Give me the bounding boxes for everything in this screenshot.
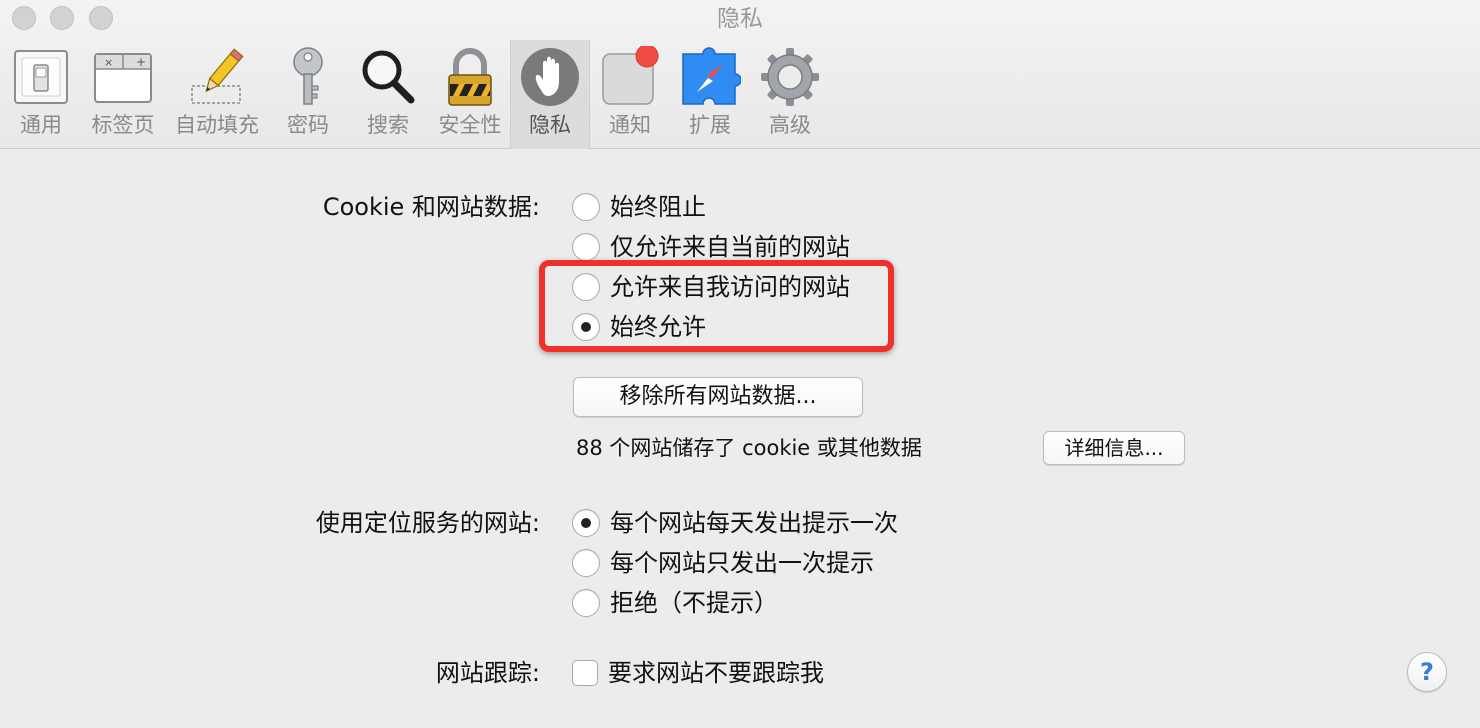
cookies-option-visited-sites[interactable]: 允许来自我访问的网站 — [572, 270, 850, 304]
hand-icon — [521, 48, 579, 106]
preferences-window: 隐私 通用 × + 标签页 自动填充 密码 搜索 安全性 隐私 通知 扩展 高级… — [0, 0, 1480, 728]
radio-button[interactable] — [572, 233, 600, 261]
tabs-icon: × + — [94, 53, 152, 103]
location-option-label: 每个网站只发出一次提示 — [610, 549, 874, 577]
tab-autofill-label: 自动填充 — [175, 113, 259, 137]
tab-security[interactable]: 安全性 — [432, 40, 508, 149]
location-option-deny[interactable]: 拒绝（不提示） — [572, 586, 778, 620]
magnifier-icon — [362, 50, 415, 104]
tab-search-label: 搜索 — [367, 113, 409, 137]
location-option-prompt-once[interactable]: 每个网站只发出一次提示 — [572, 546, 874, 580]
cookies-option-label: 始终阻止 — [610, 193, 706, 221]
radio-button[interactable] — [572, 549, 600, 577]
tracking-label: 网站跟踪: — [435, 659, 540, 687]
details-button[interactable]: 详细信息... — [1043, 431, 1185, 465]
location-option-prompt-daily[interactable]: 每个网站每天发出提示一次 — [572, 506, 898, 540]
cookies-option-label: 允许来自我访问的网站 — [610, 273, 850, 301]
cookies-option-current-site-only[interactable]: 仅允许来自当前的网站 — [572, 230, 850, 264]
cookies-option-always-allow[interactable]: 始终允许 — [572, 310, 706, 344]
radio-button[interactable] — [572, 193, 600, 221]
tab-tabs[interactable]: × + 标签页 — [86, 40, 160, 149]
padlock-icon — [448, 48, 492, 106]
tab-notifications[interactable]: 通知 — [596, 40, 664, 149]
cookies-option-always-block[interactable]: 始终阻止 — [572, 190, 706, 224]
svg-text:×: × — [104, 56, 113, 69]
location-option-label: 每个网站每天发出提示一次 — [610, 509, 898, 537]
compass-puzzle-icon — [682, 47, 741, 105]
tab-passwords-label: 密码 — [287, 113, 329, 137]
location-label: 使用定位服务的网站: — [315, 509, 540, 537]
help-button[interactable]: ? — [1407, 652, 1447, 692]
switch-icon — [14, 50, 68, 104]
key-icon — [293, 47, 323, 105]
radio-button-selected[interactable] — [572, 509, 600, 537]
window-title: 隐私 — [717, 6, 763, 32]
radio-button[interactable] — [572, 273, 600, 301]
cookies-label: Cookie 和网站数据: — [322, 193, 540, 221]
gear-icon — [761, 48, 819, 106]
notification-icon — [602, 46, 659, 105]
toolbar: 隐私 通用 × + 标签页 自动填充 密码 搜索 安全性 隐私 通知 扩展 高级 — [0, 0, 1480, 149]
pencil-icon — [191, 48, 244, 104]
tab-privacy[interactable]: 隐私 — [510, 40, 590, 149]
cookies-option-label: 始终允许 — [610, 313, 706, 341]
checkbox-box[interactable] — [572, 660, 598, 686]
stored-data-info: 88 个网站储存了 cookie 或其他数据 — [576, 436, 922, 460]
tab-tabs-label: 标签页 — [91, 113, 155, 137]
tab-search[interactable]: 搜索 — [352, 40, 424, 149]
svg-text:+: + — [136, 55, 146, 69]
tab-advanced-label: 高级 — [769, 113, 811, 137]
do-not-track-checkbox[interactable]: 要求网站不要跟踪我 — [572, 656, 824, 690]
tab-privacy-label: 隐私 — [529, 113, 571, 137]
tab-extensions[interactable]: 扩展 — [672, 40, 748, 149]
location-option-label: 拒绝（不提示） — [610, 589, 778, 617]
tab-general[interactable]: 通用 — [4, 40, 78, 149]
remove-all-website-data-button[interactable]: 移除所有网站数据... — [573, 377, 863, 417]
tab-security-label: 安全性 — [438, 113, 502, 137]
tab-extensions-label: 扩展 — [689, 113, 731, 137]
tab-general-label: 通用 — [20, 113, 62, 137]
tab-advanced[interactable]: 高级 — [752, 40, 828, 149]
cookies-option-label: 仅允许来自当前的网站 — [610, 233, 850, 261]
radio-button[interactable] — [572, 589, 600, 617]
radio-button-selected[interactable] — [572, 313, 600, 341]
tab-passwords[interactable]: 密码 — [272, 40, 344, 149]
tab-autofill[interactable]: 自动填充 — [168, 40, 266, 149]
do-not-track-label: 要求网站不要跟踪我 — [608, 659, 824, 687]
tab-notifications-label: 通知 — [609, 113, 651, 137]
